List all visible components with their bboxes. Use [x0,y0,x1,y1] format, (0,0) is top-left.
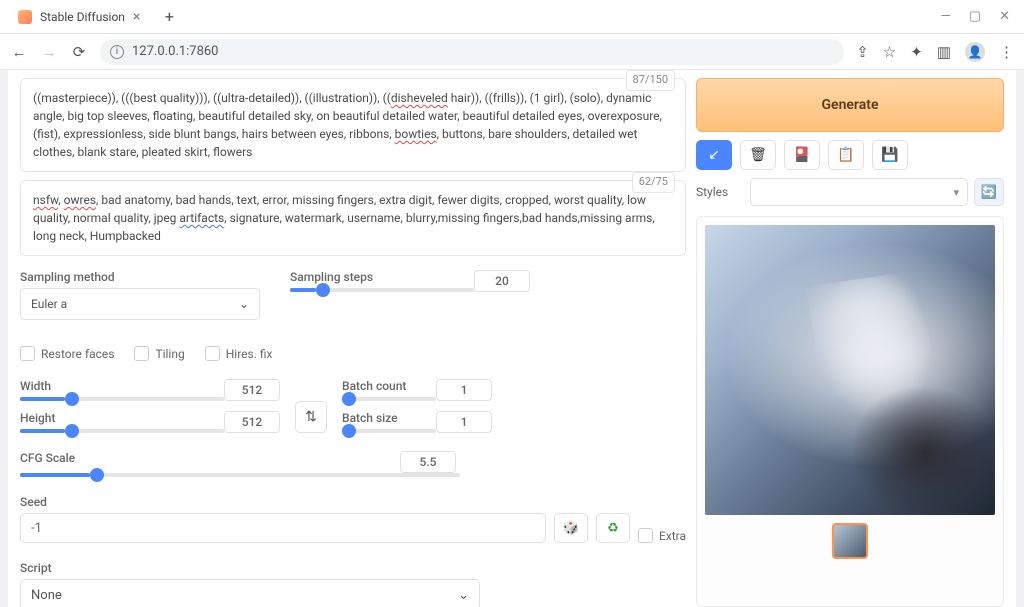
seed-extra-checkbox[interactable]: Extra [638,528,686,543]
chevron-down-icon: ▾ [953,186,959,199]
site-info-icon[interactable]: i [110,45,124,59]
prompt-text-part: disheveled [391,91,448,105]
cfg-scale-value[interactable]: 5.5 [400,451,456,473]
neg-text-part: artifacts [179,211,224,225]
sampling-method-select[interactable]: Euler a ⌄ [20,288,260,320]
height-value[interactable]: 512 [224,411,280,433]
prompt-text-part: bowties [395,127,437,141]
browser-titlebar: Stable Diffusion × + — ▢ ✕ [0,0,1024,34]
back-icon[interactable]: ← [10,43,28,61]
width-slider[interactable] [20,397,224,401]
prompt-textarea[interactable]: 87/150 ((masterpiece)), (((best quality)… [20,78,686,172]
seed-random-button[interactable]: 🎲 [554,513,588,543]
sampling-steps-slider[interactable] [290,288,474,292]
batch-size-label: Batch size 1 [342,411,492,425]
batch-size-slider[interactable] [342,429,436,433]
reload-icon[interactable]: ⟳ [70,43,88,61]
batch-count-label: Batch count 1 [342,379,492,393]
neg-prompt-token-counter: 62/75 [632,172,675,193]
url-text: 127.0.0.1:7860 [132,44,219,59]
browser-toolbar: ← → ⟳ i 127.0.0.1:7860 ⇪ ☆ ✦ ▥ 👤 ⋮ [0,34,1024,70]
prompt-token-counter: 87/150 [626,70,675,91]
restore-faces-checkbox[interactable]: Restore faces [20,346,114,361]
hires-fix-checkbox[interactable]: Hires. fix [205,346,273,361]
sampling-steps-label: Sampling steps 20 [290,270,530,284]
forward-icon[interactable]: → [40,43,58,61]
neg-text-part: owres [64,193,96,207]
clear-prompt-button[interactable]: 🗑 [740,140,776,170]
close-window-icon[interactable]: ✕ [999,9,1010,24]
batch-count-value[interactable]: 1 [436,379,492,401]
height-label: Height 512 [20,411,280,425]
sampling-method-label: Sampling method [20,270,260,284]
new-tab-button[interactable]: + [158,6,180,28]
width-label: Width 512 [20,379,280,393]
script-select[interactable]: None ⌄ [20,579,480,607]
styles-select[interactable]: ▾ [750,178,968,206]
chevron-down-icon: ⌄ [458,588,469,603]
tab-close-icon[interactable]: × [133,9,140,25]
tiling-checkbox[interactable]: Tiling [134,346,184,361]
menu-icon[interactable]: ⋮ [999,43,1014,61]
chevron-down-icon: ⌄ [239,297,249,311]
read-params-button[interactable]: ↙ [696,140,732,170]
maximize-icon[interactable]: ▢ [969,9,981,24]
height-slider[interactable] [20,429,224,433]
width-value[interactable]: 512 [224,379,280,401]
paste-button[interactable]: 📋 [828,140,864,170]
window-controls: — ▢ ✕ [941,9,1024,24]
styles-label: Styles [696,185,744,199]
seed-label: Seed [20,495,686,509]
styles-refresh-button[interactable]: 🔄 [974,178,1004,206]
cfg-scale-label: CFG Scale 5.5 [20,451,686,465]
profile-avatar[interactable]: 👤 [965,42,985,62]
neg-text-part: nsfw [33,193,58,207]
prompt-text-part: ((masterpiece)), (((best quality))), ((u… [33,91,391,105]
share-icon[interactable]: ⇪ [856,43,869,61]
minimize-icon[interactable]: — [941,9,951,24]
save-style-button[interactable]: 💾 [872,140,908,170]
cfg-scale-slider[interactable] [20,473,460,477]
sampling-steps-value[interactable]: 20 [474,270,530,292]
negative-prompt-textarea[interactable]: 62/75 nsfw, owres, bad anatomy, bad hand… [20,180,686,256]
generate-button[interactable]: Generate [696,78,1004,132]
gallery-thumbnail[interactable] [832,523,868,559]
seed-input[interactable]: -1 [20,513,546,543]
address-bar[interactable]: i 127.0.0.1:7860 [100,39,844,65]
sampling-method-value: Euler a [31,297,67,311]
extra-networks-button[interactable]: 🎴 [784,140,820,170]
swap-dimensions-button[interactable]: ⇅ [295,401,327,433]
extensions-icon[interactable]: ✦ [910,43,923,61]
app-content: 87/150 ((masterpiece)), (((best quality)… [8,70,1016,607]
seed-recycle-button[interactable]: ♻ [596,513,630,543]
tab-favicon [18,10,32,24]
batch-count-slider[interactable] [342,397,436,401]
batch-size-value[interactable]: 1 [436,411,492,433]
browser-tab[interactable]: Stable Diffusion × [6,2,150,32]
script-label: Script [20,561,480,575]
bookmark-icon[interactable]: ☆ [883,43,896,61]
tab-title: Stable Diffusion [40,10,125,24]
script-value: None [31,588,62,603]
output-gallery: ✕ [696,216,1004,607]
generated-image[interactable] [705,225,995,515]
reading-list-icon[interactable]: ▥ [937,43,951,61]
